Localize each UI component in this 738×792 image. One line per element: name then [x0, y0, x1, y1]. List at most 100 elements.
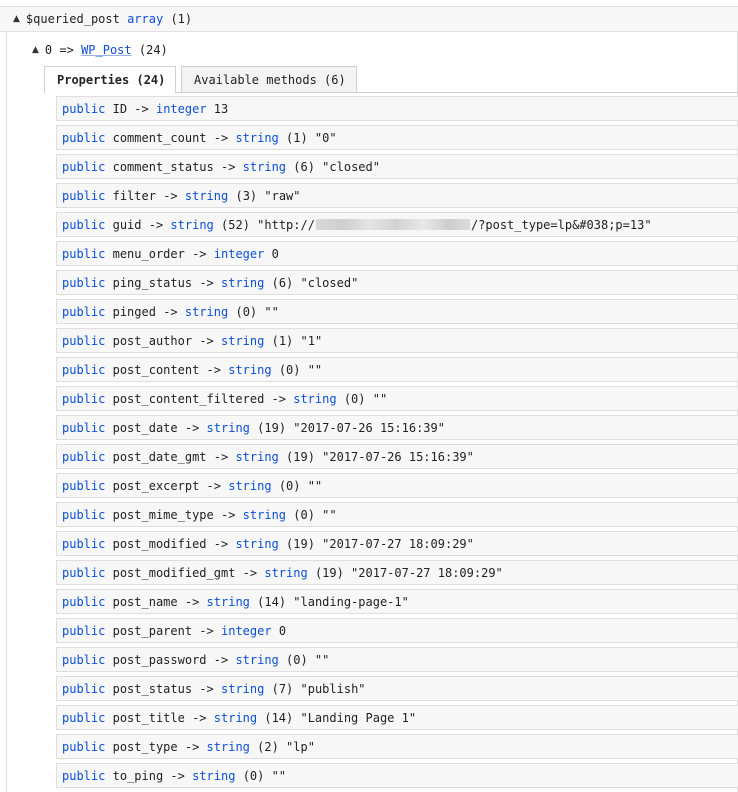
- root-variable-name: $queried_post: [25, 12, 120, 26]
- property-value: (0) "": [278, 478, 323, 493]
- property-value: 0: [278, 623, 287, 638]
- property-name: post_date_gmt: [112, 449, 207, 464]
- property-row[interactable]: public post_author -> string (1) "1": [56, 328, 738, 353]
- property-type: integer: [213, 246, 265, 261]
- property-value: (6) "closed": [271, 275, 359, 290]
- property-type: string: [206, 594, 250, 609]
- property-name: post_password: [112, 652, 207, 667]
- property-type: string: [206, 739, 250, 754]
- property-row[interactable]: public post_status -> string (7) "publis…: [56, 676, 738, 701]
- property-value: (0) "": [242, 768, 287, 783]
- property-value: (14) "landing-page-1": [257, 594, 409, 609]
- property-arrow: ->: [199, 681, 214, 696]
- property-row[interactable]: public post_date -> string (19) "2017-07…: [56, 415, 738, 440]
- property-row[interactable]: public pinged -> string (0) "": [56, 299, 738, 324]
- property-arrow: ->: [163, 304, 178, 319]
- property-arrow: ->: [134, 101, 149, 116]
- property-row[interactable]: public to_ping -> string (0) "": [56, 763, 738, 788]
- property-row[interactable]: public ping_status -> string (6) "closed…: [56, 270, 738, 295]
- property-row[interactable]: public comment_status -> string (6) "clo…: [56, 154, 738, 179]
- property-visibility: public: [62, 391, 106, 406]
- property-row[interactable]: public post_type -> string (2) "lp": [56, 734, 738, 759]
- object-entry-row[interactable]: ▲ 0 => WP_Post (24): [32, 42, 168, 58]
- property-row[interactable]: public post_excerpt -> string (0) "": [56, 473, 738, 498]
- property-visibility: public: [62, 739, 106, 754]
- property-name: comment_count: [112, 130, 207, 145]
- property-row[interactable]: public post_modified -> string (19) "201…: [56, 531, 738, 556]
- property-visibility: public: [62, 188, 106, 203]
- property-value: (0) "": [293, 507, 337, 522]
- properties-list: public ID -> integer 13 public comment_co…: [56, 96, 738, 792]
- property-row[interactable]: public post_password -> string (0) "": [56, 647, 738, 672]
- property-type: string: [170, 217, 214, 232]
- property-row[interactable]: public post_parent -> integer 0: [56, 618, 738, 643]
- property-visibility: public: [62, 420, 106, 435]
- property-type: string: [235, 536, 279, 551]
- property-type: integer: [155, 101, 207, 116]
- property-type: string: [213, 710, 258, 725]
- property-value: (6) "closed": [293, 159, 380, 174]
- property-arrow: ->: [163, 188, 178, 203]
- property-value: (19) "2017-07-26 15:16:39": [286, 449, 474, 464]
- property-row[interactable]: public menu_order -> integer 0: [56, 241, 738, 266]
- property-type: string: [293, 391, 337, 406]
- property-type: string: [242, 159, 287, 174]
- root-variable-count: (1): [170, 12, 193, 26]
- property-row[interactable]: public post_modified_gmt -> string (19) …: [56, 560, 738, 585]
- property-visibility: public: [62, 159, 106, 174]
- property-name: filter: [112, 188, 156, 203]
- property-name: post_name: [112, 594, 178, 609]
- root-variable-row[interactable]: ▲ $queried_post array (1): [0, 6, 738, 32]
- property-row[interactable]: public comment_count -> string (1) "0": [56, 125, 738, 150]
- property-arrow: ->: [192, 710, 207, 725]
- property-row[interactable]: public post_title -> string (14) "Landin…: [56, 705, 738, 730]
- property-name: post_modified: [112, 536, 207, 551]
- property-arrow: ->: [206, 478, 221, 493]
- property-value: 0: [271, 246, 279, 261]
- tab-available-methods[interactable]: Available methods (6): [181, 66, 357, 92]
- property-arrow: ->: [199, 275, 214, 290]
- property-row[interactable]: public post_mime_type -> string (0) "": [56, 502, 738, 527]
- property-visibility: public: [62, 333, 106, 348]
- property-arrow: ->: [148, 217, 164, 232]
- property-value: (14) "Landing Page 1": [264, 710, 417, 725]
- property-arrow: ->: [199, 333, 214, 348]
- property-visibility: public: [62, 449, 106, 464]
- property-value: (19) "2017-07-26 15:16:39": [257, 420, 445, 435]
- property-row[interactable]: public post_name -> string (14) "landing…: [56, 589, 738, 614]
- property-type: string: [192, 768, 236, 783]
- property-visibility: public: [62, 362, 106, 377]
- property-row[interactable]: public guid -> string (52) "http:// /?pos…: [56, 212, 738, 237]
- property-type: string: [221, 275, 265, 290]
- property-row[interactable]: public ID -> integer 13: [56, 96, 738, 121]
- property-arrow: ->: [213, 652, 229, 667]
- property-arrow: ->: [192, 246, 207, 261]
- property-value: (1) "1": [271, 333, 323, 348]
- collapse-triangle-icon[interactable]: ▲: [32, 45, 39, 55]
- property-visibility: public: [62, 710, 106, 725]
- property-row[interactable]: public post_date_gmt -> string (19) "201…: [56, 444, 738, 469]
- property-visibility: public: [62, 652, 106, 667]
- property-visibility: public: [62, 681, 106, 696]
- property-value: (3) "raw": [235, 188, 301, 203]
- property-value: (7) "publish": [271, 681, 366, 696]
- property-visibility: public: [62, 304, 106, 319]
- property-row[interactable]: public post_content_filtered -> string (…: [56, 386, 738, 411]
- object-count: (24): [138, 43, 168, 57]
- tab-properties[interactable]: Properties (24): [44, 66, 176, 93]
- property-row[interactable]: public post_content -> string (0) "": [56, 357, 738, 382]
- object-class-link[interactable]: WP_Post: [81, 43, 132, 57]
- property-arrow: ->: [213, 449, 229, 464]
- property-value: (0) "": [286, 652, 330, 667]
- property-arrow: ->: [271, 391, 286, 406]
- property-name: post_author: [112, 333, 193, 348]
- property-name: post_mime_type: [112, 507, 214, 522]
- property-value: (19) "2017-07-27 18:09:29": [314, 565, 503, 580]
- property-row[interactable]: public filter -> string (3) "raw": [56, 183, 738, 208]
- property-value: (2) "lp": [257, 739, 315, 754]
- property-type: string: [221, 333, 265, 348]
- property-arrow: ->: [184, 739, 200, 754]
- collapse-triangle-icon[interactable]: ▲: [13, 14, 20, 24]
- property-name: post_excerpt: [112, 478, 200, 493]
- property-value: 13: [213, 101, 229, 116]
